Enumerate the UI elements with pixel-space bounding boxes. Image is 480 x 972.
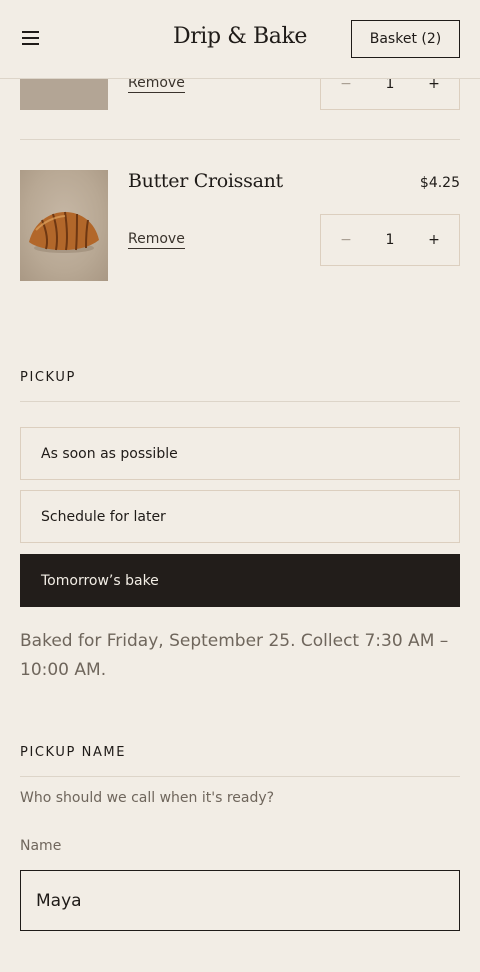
croissant-illustration — [29, 211, 99, 253]
basket-button[interactable]: Basket (2) — [351, 20, 460, 58]
increment-button[interactable]: + — [409, 232, 459, 248]
site-header: Drip & Bake Basket (2) — [0, 0, 480, 79]
cart-divider — [20, 139, 460, 140]
pickup-name-help: Who should we call when it's ready? — [20, 790, 275, 806]
pickup-heading: PICKUP — [20, 370, 76, 385]
section-divider — [20, 401, 460, 402]
quantity-value: 1 — [385, 232, 395, 248]
croissant-image — [20, 170, 108, 281]
name-input[interactable] — [20, 870, 460, 931]
hamburger-menu-icon[interactable] — [22, 31, 40, 47]
product-name: Butter Croissant — [128, 170, 283, 192]
pickup-window-note: Baked for Friday, September 25. Collect … — [20, 631, 449, 680]
quantity-stepper: − 1 + — [320, 214, 460, 266]
name-field-label: Name — [20, 838, 62, 854]
remove-item-button[interactable]: Remove — [128, 231, 185, 249]
pickup-option-tomorrow[interactable]: Tomorrow’s bake — [20, 554, 460, 607]
section-divider — [20, 776, 460, 777]
pickup-option-schedule[interactable]: Schedule for later — [20, 490, 460, 543]
product-price: $4.25 — [419, 175, 460, 191]
decrement-button[interactable]: − — [321, 232, 371, 248]
pickup-name-heading: PICKUP NAME — [20, 745, 127, 760]
pickup-option-asap[interactable]: As soon as possible — [20, 427, 460, 480]
